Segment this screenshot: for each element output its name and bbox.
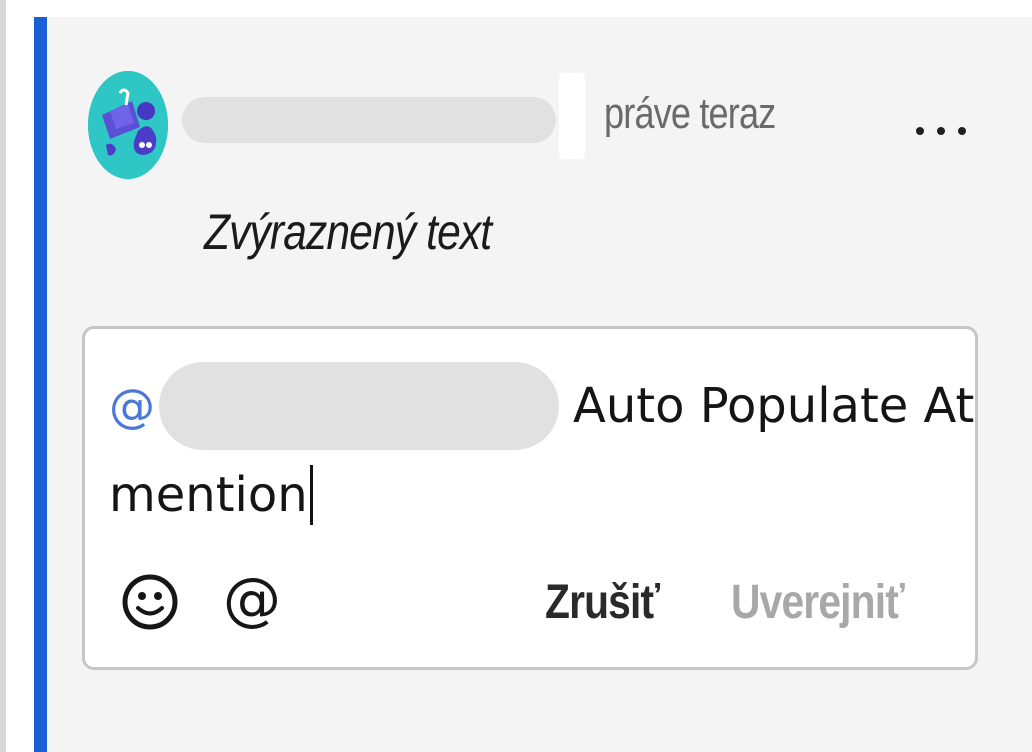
more-horizontal-icon bbox=[937, 127, 945, 135]
reply-line-2: mention bbox=[109, 455, 313, 535]
post-button[interactable]: Uverejniť bbox=[731, 575, 905, 630]
comment-body: Zvýraznený text bbox=[204, 204, 492, 260]
more-horizontal-icon bbox=[958, 127, 966, 135]
more-options-button[interactable] bbox=[916, 111, 966, 151]
mention-at-symbol: @ bbox=[109, 379, 155, 433]
comment-timestamp: práve teraz bbox=[604, 89, 776, 138]
reply-text-line-2: mention bbox=[109, 467, 308, 523]
emoji-button[interactable] bbox=[121, 573, 179, 631]
text-caret bbox=[309, 465, 313, 525]
comment-card: práve teraz Zvýraznený text @ Auto Popul… bbox=[34, 17, 1032, 752]
reply-text-line-1: Auto Populate At bbox=[573, 378, 975, 434]
reply-line-1: @ Auto Populate At bbox=[109, 361, 974, 451]
outer-border bbox=[0, 0, 6, 752]
author-name-edge bbox=[559, 73, 585, 159]
active-comment-indicator bbox=[34, 17, 47, 752]
cancel-button[interactable]: Zrušiť bbox=[545, 575, 660, 630]
author-name bbox=[182, 97, 556, 143]
avatar-illustration-icon bbox=[88, 71, 168, 179]
more-horizontal-icon bbox=[916, 127, 924, 135]
mention-button[interactable]: @ bbox=[223, 567, 281, 631]
avatar bbox=[88, 71, 168, 179]
smiley-icon bbox=[122, 574, 178, 630]
mentioned-user bbox=[159, 362, 559, 450]
reply-input[interactable]: @ Auto Populate At mention @ Zrušiť Uver… bbox=[82, 326, 978, 670]
